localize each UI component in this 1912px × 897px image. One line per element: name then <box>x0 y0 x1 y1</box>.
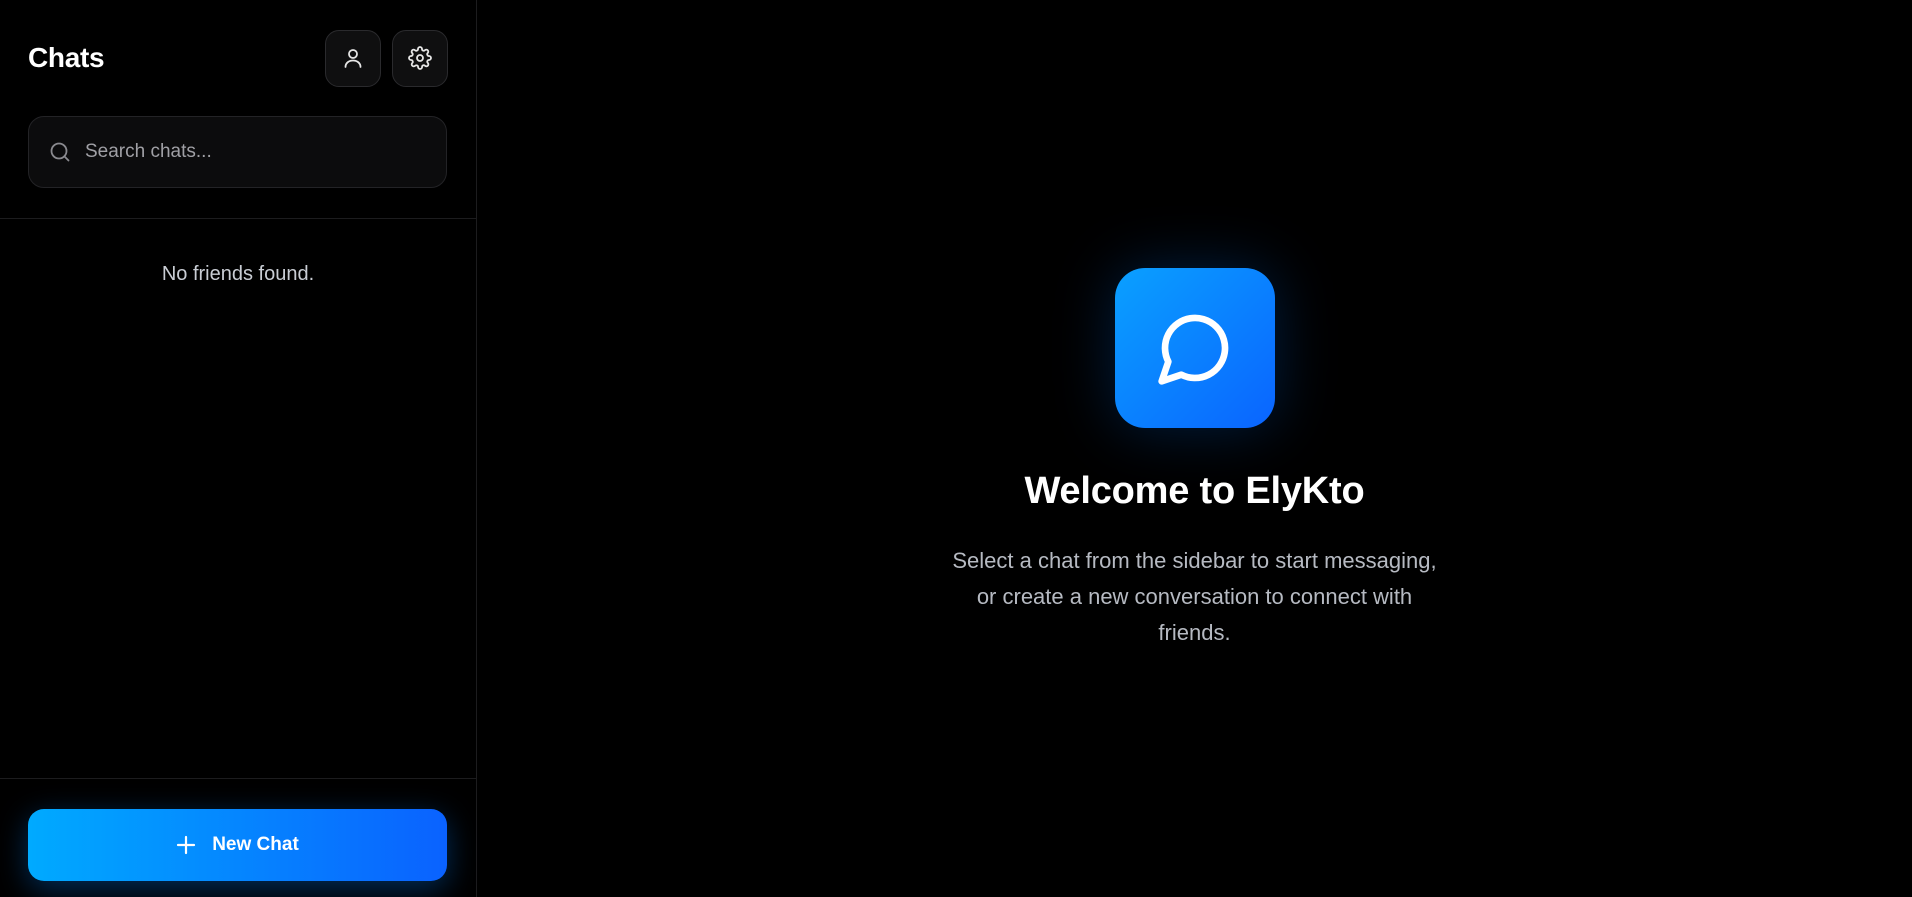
search-icon <box>50 142 70 162</box>
sidebar: Chats Search chats... No friends found. … <box>0 0 477 897</box>
search-input[interactable] <box>85 141 425 163</box>
new-chat-label: New Chat <box>212 834 299 855</box>
settings-button[interactable] <box>392 29 448 87</box>
page-title: Chats <box>28 42 105 73</box>
app-root: Chats Search chats... No friends found. … <box>0 0 1912 897</box>
new-chat-button[interactable]: New Chat <box>28 809 447 881</box>
plus-icon <box>177 835 196 855</box>
header-buttons <box>325 29 448 87</box>
message-circle-icon <box>1157 314 1228 385</box>
user-icon <box>344 49 362 68</box>
sidebar-footer: New Chat <box>0 778 476 897</box>
main-panel: Welcome to ElyKto Select a chat from the… <box>477 0 1912 897</box>
friend-list: No friends found. <box>0 219 476 778</box>
search-box <box>28 116 447 188</box>
sidebar-title-row: Chats <box>28 29 448 87</box>
sidebar-header: Chats <box>0 0 476 219</box>
empty-state-text: No friends found. <box>161 263 315 285</box>
welcome-subtitle: Select a chat from the sidebar to start … <box>952 548 1437 645</box>
app-logo <box>1114 268 1275 428</box>
profile-button[interactable] <box>325 29 381 87</box>
gear-icon <box>408 46 432 70</box>
welcome-title: Welcome to ElyKto <box>1024 470 1365 512</box>
